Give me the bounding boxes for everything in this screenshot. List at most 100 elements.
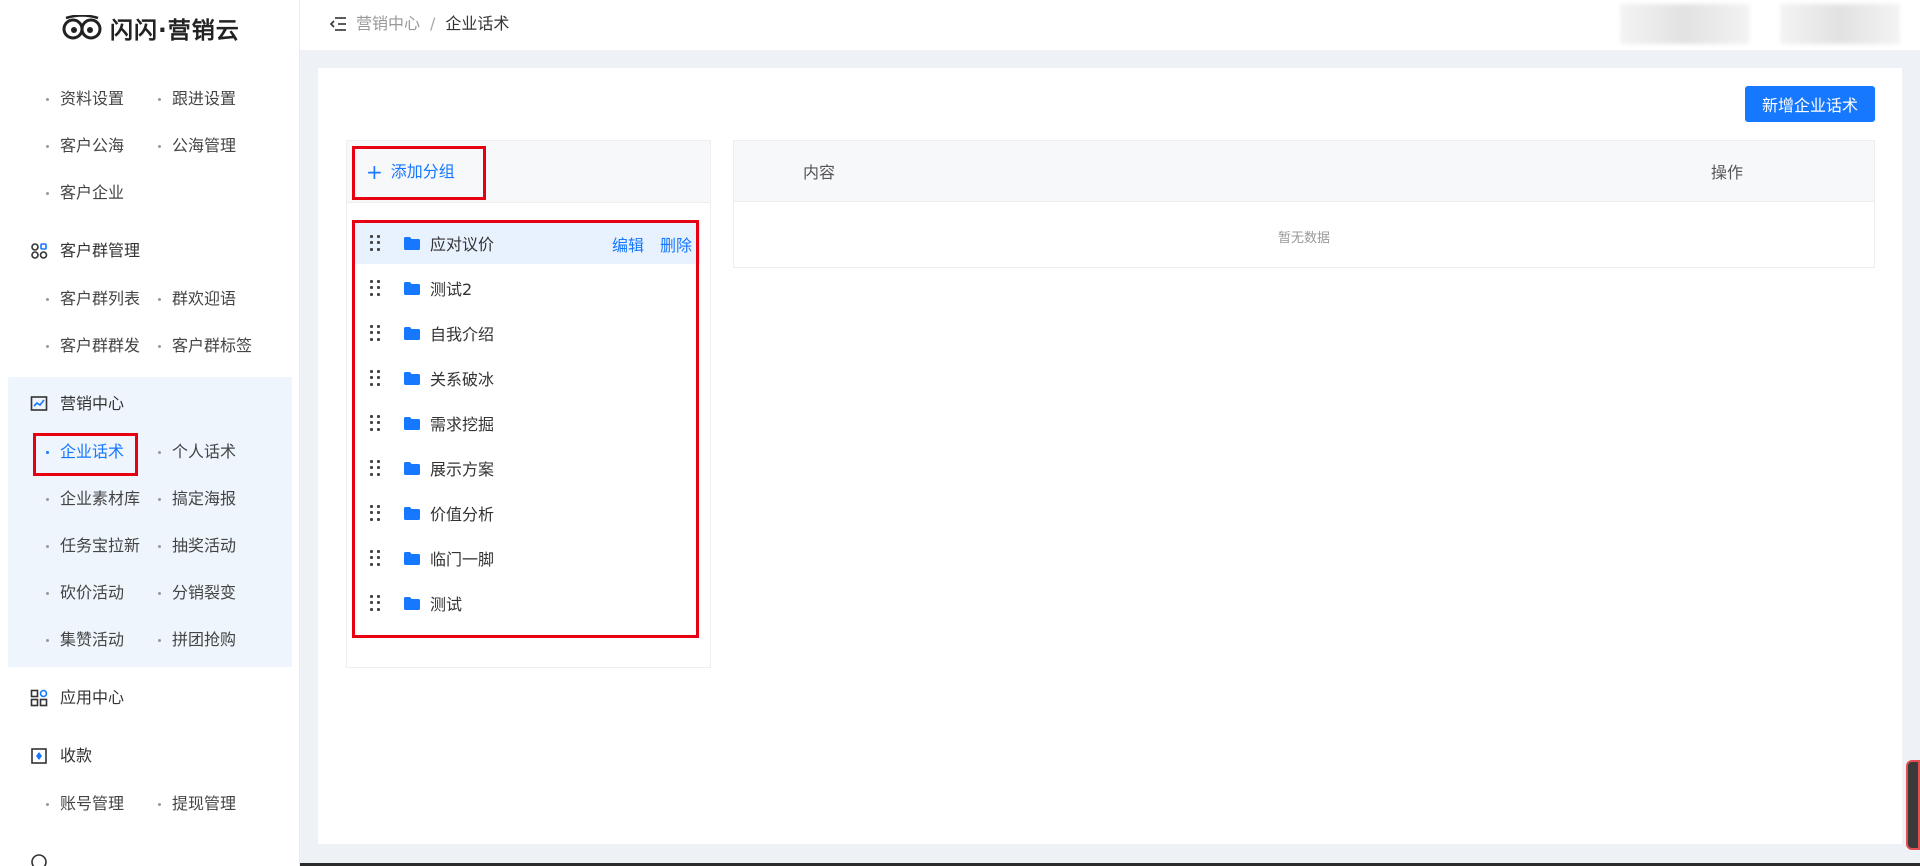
owl-logo-icon	[62, 15, 102, 40]
drag-handle-icon[interactable]	[370, 595, 380, 611]
drag-handle-icon[interactable]	[370, 505, 380, 521]
sidebar-group-apps[interactable]: 应用中心	[30, 685, 124, 711]
sidebar-item-lottery[interactable]: 抽奖活动	[158, 534, 236, 558]
sidebar-item-group-tags[interactable]: 客户群标签	[158, 334, 253, 358]
group-icon	[31, 243, 48, 259]
folder-icon	[404, 596, 420, 610]
sidebar-item-customer-company[interactable]: 客户企业	[46, 181, 124, 205]
edit-link[interactable]: 编辑	[612, 232, 644, 256]
drag-handle-icon[interactable]	[370, 325, 380, 341]
sidebar-item-label: 群欢迎语	[172, 289, 237, 308]
group-item[interactable]: 临门一脚	[354, 537, 700, 579]
sidebar-item-posters[interactable]: 搞定海报	[158, 487, 236, 511]
column-header-actions: 操作	[1711, 163, 1744, 182]
bullet-icon	[158, 451, 161, 454]
bullet-icon	[158, 98, 161, 101]
folder-icon	[404, 281, 420, 295]
sidebar-item-enterprise-scripts[interactable]: 企业话术	[46, 440, 125, 464]
delete-link[interactable]: 删除	[660, 232, 692, 256]
sidebar-item-label: 任务宝拉新	[60, 536, 141, 555]
drag-handle-icon[interactable]	[370, 415, 380, 431]
sidebar-item-distribution[interactable]: 分销裂变	[158, 581, 236, 605]
folder-icon	[404, 326, 420, 340]
sidebar-item-label: 提现管理	[172, 794, 237, 813]
sidebar-item-withdrawal-management[interactable]: 提现管理	[158, 792, 237, 816]
sidebar-item-bargain[interactable]: 砍价活动	[46, 581, 125, 605]
group-item-label: 价值分析	[430, 505, 495, 524]
sidebar-item-label: 客户群标签	[172, 336, 253, 355]
sidebar-item-customer-pool[interactable]: 客户公海	[46, 134, 124, 158]
sidebar-group-payments[interactable]: 收款	[30, 743, 92, 769]
floating-widget[interactable]	[1906, 760, 1920, 850]
settings-icon	[31, 854, 47, 866]
bullet-icon	[46, 98, 49, 101]
bullet-icon	[46, 298, 49, 301]
column-header-content: 内容	[803, 163, 836, 182]
breadcrumb-current: 企业话术	[445, 14, 510, 33]
blurred-avatar[interactable]	[1780, 4, 1900, 44]
bullet-icon	[158, 498, 161, 501]
group-item[interactable]: 价值分析	[354, 492, 700, 534]
bullet-icon	[46, 192, 49, 195]
sidebar-item-label: 企业话术	[60, 442, 125, 461]
breadcrumb-parent[interactable]: 营销中心	[356, 12, 420, 36]
group-item[interactable]: 展示方案	[354, 447, 700, 489]
sidebar-item-pool-management[interactable]: 公海管理	[158, 134, 237, 158]
group-item[interactable]: 测试	[354, 582, 700, 624]
wallet-icon	[31, 748, 47, 764]
blurred-user-info	[1620, 4, 1750, 44]
logo[interactable]: 闪闪·营销云	[62, 12, 240, 44]
breadcrumb-separator: /	[430, 14, 436, 33]
sidebar-item-label: 砍价活动	[60, 583, 125, 602]
folder-icon	[404, 461, 420, 475]
sidebar-item-profile-settings[interactable]: 资料设置	[46, 87, 125, 111]
sidebar-group-label: 应用中心	[60, 688, 125, 707]
bullet-icon	[158, 639, 161, 642]
sidebar-item-label: 拼团抢购	[172, 630, 237, 649]
bullet-icon	[46, 545, 49, 548]
sidebar-group-label: 营销中心	[60, 394, 125, 413]
sidebar-item-personal-scripts[interactable]: 个人话术	[158, 440, 236, 464]
sidebar-item-label: 客户群列表	[60, 289, 141, 308]
drag-handle-icon[interactable]	[370, 280, 380, 296]
drag-handle-icon[interactable]	[370, 235, 380, 251]
add-group-button[interactable]: + 添加分组	[366, 158, 455, 186]
sidebar-item-material-library[interactable]: 企业素材库	[46, 487, 140, 511]
folder-icon	[404, 236, 420, 250]
sidebar-item-group-broadcast[interactable]: 客户群群发	[46, 334, 140, 358]
group-item-actions: 编辑 删除	[612, 232, 692, 256]
folder-icon	[404, 551, 420, 565]
drag-handle-icon[interactable]	[370, 370, 380, 386]
sidebar-item-collect-likes[interactable]: 集赞活动	[46, 628, 125, 652]
sidebar-item-group-list[interactable]: 客户群列表	[46, 287, 141, 311]
bullet-icon	[46, 592, 49, 595]
group-item-label: 应对议价	[430, 235, 495, 254]
add-enterprise-script-button[interactable]: 新增企业话术	[1745, 86, 1875, 122]
bullet-icon	[158, 345, 161, 348]
chart-icon	[30, 396, 48, 411]
sidebar-item-label: 集赞活动	[60, 630, 125, 649]
sidebar-group-marketing[interactable]: 营销中心	[30, 391, 124, 417]
sidebar-group-customer-groups[interactable]: 客户群管理	[30, 238, 140, 264]
group-item-label: 展示方案	[430, 460, 495, 479]
plus-icon: +	[366, 160, 383, 184]
drag-handle-icon[interactable]	[370, 550, 380, 566]
group-item[interactable]: 测试2	[354, 267, 700, 309]
group-item[interactable]: 自我介绍	[354, 312, 700, 354]
sidebar-item-followup-settings[interactable]: 跟进设置	[158, 87, 236, 111]
menu-fold-icon[interactable]	[328, 14, 348, 34]
drag-handle-icon[interactable]	[370, 460, 380, 476]
sidebar-item-account-management[interactable]: 账号管理	[46, 792, 124, 816]
group-item[interactable]: 应对议价 编辑 删除	[354, 222, 700, 264]
logo-text: 闪闪·营销云	[110, 18, 240, 44]
bullet-icon	[46, 451, 49, 454]
sidebar-item-group-welcome[interactable]: 群欢迎语	[158, 287, 237, 311]
sidebar-item-label: 资料设置	[60, 89, 125, 108]
group-item[interactable]: 关系破冰	[354, 357, 700, 399]
sidebar-item-label: 公海管理	[172, 136, 237, 155]
sidebar-item-group-buy[interactable]: 拼团抢购	[158, 628, 237, 652]
group-item[interactable]: 需求挖掘	[354, 402, 700, 444]
bullet-icon	[158, 145, 161, 148]
sidebar-item-task-referral[interactable]: 任务宝拉新	[46, 534, 141, 558]
sidebar-group-label: 客户群管理	[60, 241, 141, 260]
